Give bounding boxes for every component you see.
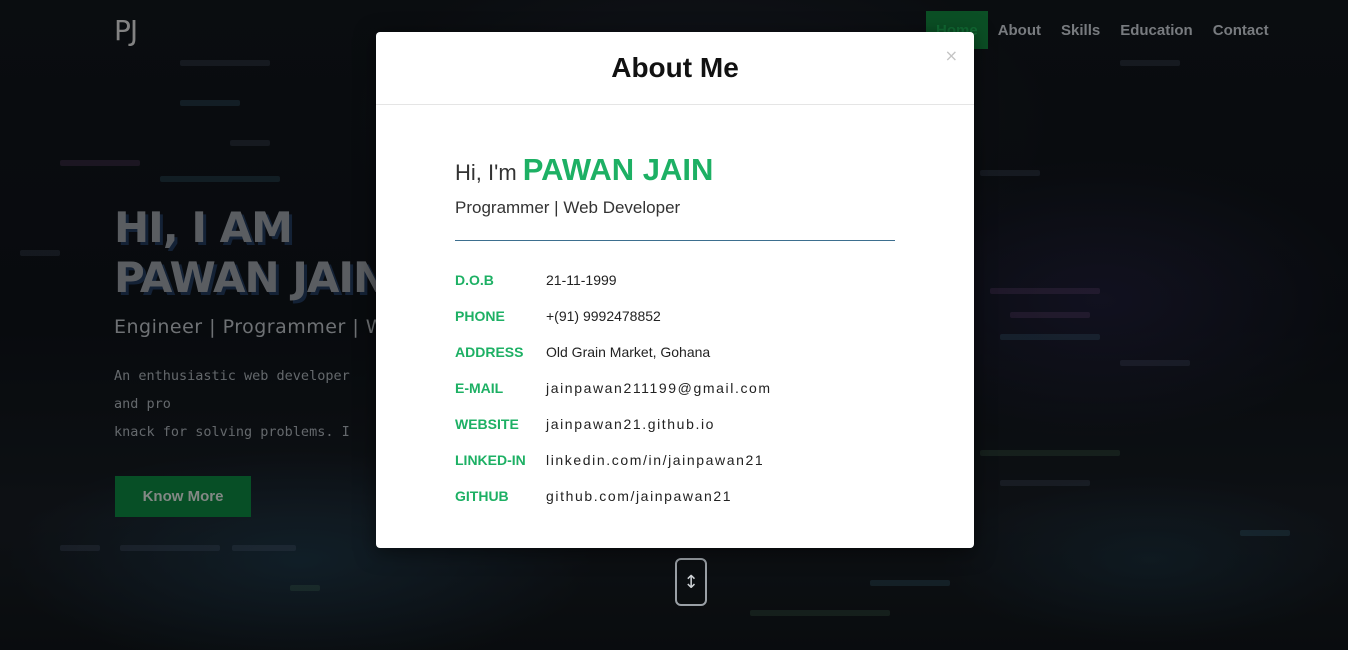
- up-down-arrow-icon: ↕: [683, 571, 699, 593]
- info-label: E-MAIL: [455, 380, 504, 396]
- info-label: PHONE: [455, 308, 505, 324]
- website-link[interactable]: jainpawan21.github.io: [546, 416, 715, 432]
- github-link[interactable]: github.com/jainpawan21: [546, 488, 732, 504]
- info-label: GITHUB: [455, 488, 509, 504]
- person-name: PAWAN JAIN: [522, 152, 714, 187]
- intro: Hi, I'm PAWAN JAIN Programmer | Web Deve…: [455, 152, 713, 218]
- info-value: Old Grain Market, Gohana: [546, 344, 711, 360]
- greeting-prefix: Hi, I'm: [455, 160, 517, 185]
- info-value: +(91) 9992478852: [546, 308, 661, 324]
- info-row-dob: D.O.B 21-11-1999: [455, 262, 915, 298]
- info-row-github: GITHUB github.com/jainpawan21: [455, 478, 915, 514]
- about-modal: About Me × Hi, I'm PAWAN JAIN Programmer…: [376, 32, 974, 548]
- info-row-linkedin: LINKED-IN linkedin.com/in/jainpawan21: [455, 442, 915, 478]
- info-label: D.O.B: [455, 272, 494, 288]
- info-label: WEBSITE: [455, 416, 519, 432]
- info-list: D.O.B 21-11-1999 PHONE +(91) 9992478852 …: [455, 262, 915, 514]
- linkedin-link[interactable]: linkedin.com/in/jainpawan21: [546, 452, 764, 468]
- info-row-website: WEBSITE jainpawan21.github.io: [455, 406, 915, 442]
- modal-title: About Me: [611, 52, 739, 83]
- person-role: Programmer | Web Developer: [455, 198, 681, 217]
- greeting: Hi, I'm PAWAN JAIN: [455, 152, 713, 188]
- info-row-email: E-MAIL jainpawan211199@gmail.com: [455, 370, 915, 406]
- info-row-phone: PHONE +(91) 9992478852: [455, 298, 915, 334]
- email-link[interactable]: jainpawan211199@gmail.com: [546, 380, 772, 396]
- info-value: 21-11-1999: [546, 272, 617, 288]
- close-icon[interactable]: ×: [945, 46, 958, 65]
- info-label: LINKED-IN: [455, 452, 526, 468]
- info-row-address: ADDRESS Old Grain Market, Gohana: [455, 334, 915, 370]
- divider: [455, 240, 895, 241]
- info-label: ADDRESS: [455, 344, 524, 360]
- modal-header: About Me ×: [376, 32, 974, 105]
- scroll-button[interactable]: ↕: [675, 558, 707, 606]
